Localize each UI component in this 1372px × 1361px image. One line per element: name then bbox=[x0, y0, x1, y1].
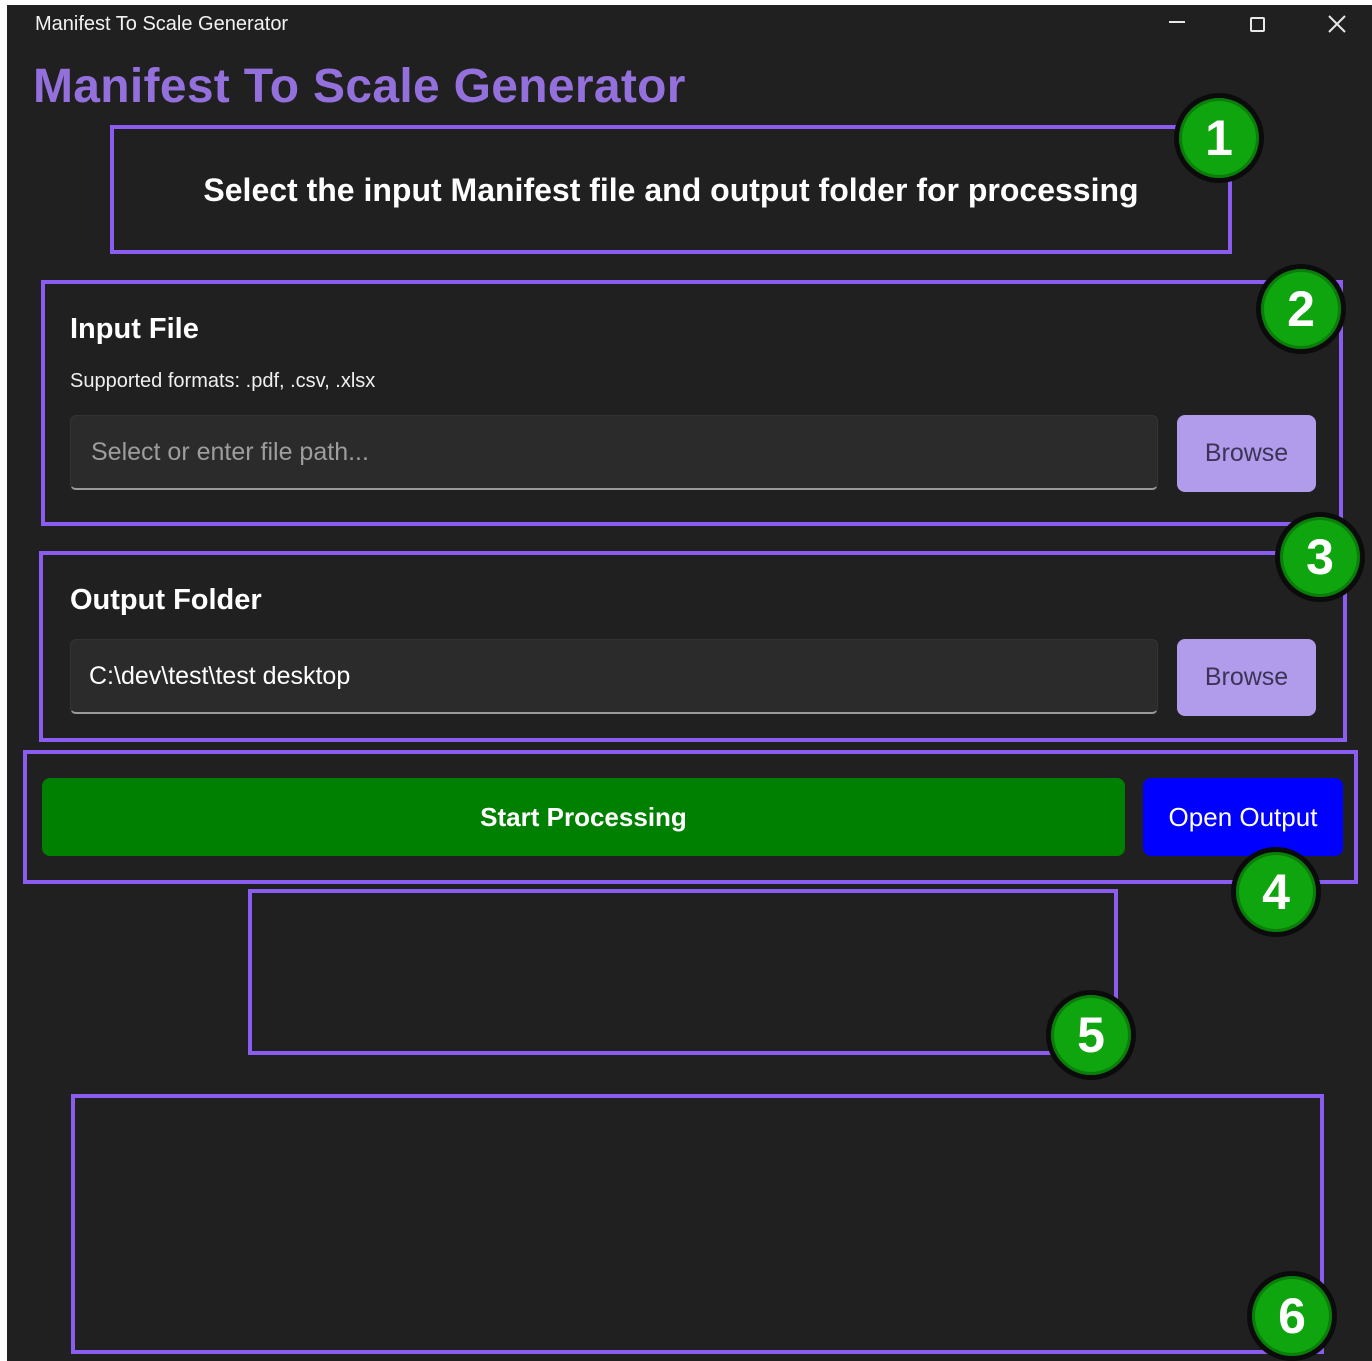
input-file-path-input[interactable] bbox=[89, 436, 1157, 468]
annotation-badge-3: 3 bbox=[1275, 512, 1365, 602]
close-icon[interactable] bbox=[1302, 5, 1372, 43]
output-folder-path[interactable]: C:\dev\test\test desktop bbox=[89, 662, 350, 691]
output-browse-button[interactable]: Browse bbox=[1177, 639, 1316, 716]
instruction-text: Select the input Manifest file and outpu… bbox=[203, 171, 1139, 208]
supported-formats-hint: Supported formats: .pdf, .csv, .xlsx bbox=[70, 370, 376, 392]
output-folder-field[interactable]: C:\dev\test\test desktop bbox=[70, 639, 1158, 714]
window-title: Manifest To Scale Generator bbox=[35, 13, 289, 35]
app-title: Manifest To Scale Generator bbox=[33, 60, 686, 113]
start-processing-button[interactable]: Start Processing bbox=[42, 778, 1125, 856]
app-window: Manifest To Scale Generator Manifest To … bbox=[7, 5, 1372, 1361]
annotation-badge-6: 6 bbox=[1247, 1271, 1337, 1361]
input-file-field[interactable] bbox=[70, 415, 1158, 490]
annotation-box-6 bbox=[71, 1094, 1324, 1354]
annotation-badge-1: 1 bbox=[1174, 93, 1264, 183]
minimize-icon[interactable] bbox=[1142, 5, 1212, 43]
annotation-badge-5: 5 bbox=[1046, 990, 1136, 1080]
input-file-title: Input File bbox=[70, 313, 199, 345]
maximize-icon[interactable] bbox=[1222, 5, 1292, 43]
annotation-box-5 bbox=[248, 889, 1118, 1055]
output-folder-title: Output Folder bbox=[70, 584, 262, 616]
open-output-button[interactable]: Open Output bbox=[1143, 778, 1343, 856]
input-browse-button[interactable]: Browse bbox=[1177, 415, 1316, 492]
annotation-badge-2: 2 bbox=[1256, 264, 1346, 354]
annotation-badge-4: 4 bbox=[1231, 847, 1321, 937]
